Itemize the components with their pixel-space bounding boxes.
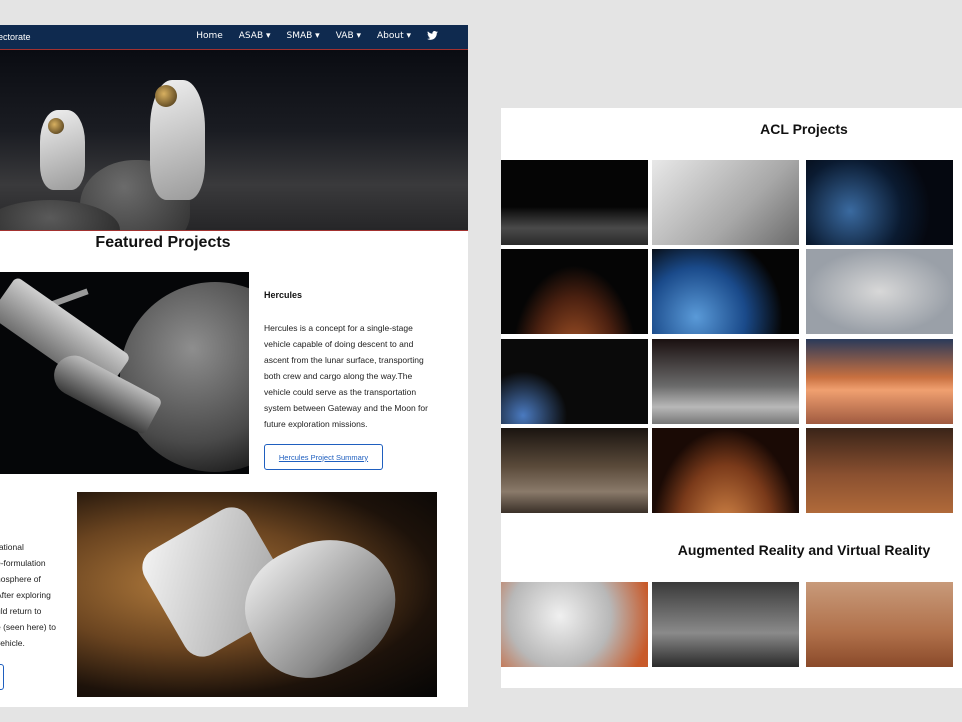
nav-about[interactable]: About ▾ (377, 31, 411, 43)
project-tile-astronaut-rover[interactable] (501, 160, 648, 245)
project-tile-mars-horizon[interactable] (652, 428, 799, 513)
helmet-visor (48, 118, 64, 134)
hercules-image (0, 272, 249, 474)
text-line: vehicle. (0, 638, 25, 648)
mars-capsule-image (77, 492, 437, 697)
nav-vab[interactable]: VAB ▾ (336, 31, 361, 43)
project-tile-emergency-vehicle[interactable] (652, 339, 799, 424)
hero-image-moon-astronauts (0, 50, 468, 231)
text-line: rational (0, 542, 24, 552)
text-line: After exploring (0, 590, 51, 600)
hercules-summary-button[interactable]: Hercules Project Summary (264, 444, 383, 470)
text-line: uld return to (0, 606, 42, 616)
featured-projects-page: ectorate Home ASAB ▾ SMAB ▾ VAB ▾ About … (0, 25, 468, 707)
site-brand[interactable]: ectorate (0, 32, 31, 42)
text-line: nosphere of (0, 574, 41, 584)
nav-home[interactable]: Home (196, 31, 223, 43)
text-line: e-formulation (0, 558, 46, 568)
nav-smab[interactable]: SMAB ▾ (287, 31, 320, 43)
nav-asab[interactable]: ASAB ▾ (239, 31, 271, 43)
mars-summary-button[interactable] (0, 664, 4, 690)
nav-links: Home ASAB ▾ SMAB ▾ VAB ▾ About ▾ (196, 31, 438, 43)
acl-projects-page: ACL Projects Augmented Reality and Virtu… (501, 108, 962, 688)
acl-projects-heading: ACL Projects (760, 121, 848, 137)
project-tile-spacecraft-mars[interactable] (501, 249, 648, 334)
project-tile-orion-earth[interactable] (652, 249, 799, 334)
helmet-visor (155, 85, 177, 107)
project-tile-hardware[interactable] (652, 160, 799, 245)
project-tile-supersonic-jet[interactable] (806, 339, 953, 424)
project-tile-astronauts-surface[interactable] (501, 428, 648, 513)
twitter-icon[interactable] (427, 31, 438, 43)
hercules-description: Hercules is a concept for a single-stage… (264, 323, 428, 429)
mars-project-description: rational e-formulation nosphere of After… (0, 539, 66, 651)
project-tile-habitat-interior[interactable] (806, 249, 953, 334)
ar-vr-heading: Augmented Reality and Virtual Reality (677, 542, 931, 558)
ar-vr-tile-hatch[interactable] (501, 582, 648, 667)
ar-vr-tile-mars-rover[interactable] (806, 582, 953, 667)
hercules-title: Hercules (264, 290, 303, 300)
moon (120, 282, 249, 472)
project-tile-satellite[interactable] (501, 339, 648, 424)
navbar: ectorate Home ASAB ▾ SMAB ▾ VAB ▾ About … (0, 25, 468, 50)
project-tile-earth-window[interactable] (806, 160, 953, 245)
text-line: e (seen here) to (0, 622, 57, 632)
ar-vr-tile-module-interior[interactable] (652, 582, 799, 667)
project-tile-mars-explorers[interactable] (806, 428, 953, 513)
featured-projects-heading: Featured Projects (95, 234, 231, 251)
